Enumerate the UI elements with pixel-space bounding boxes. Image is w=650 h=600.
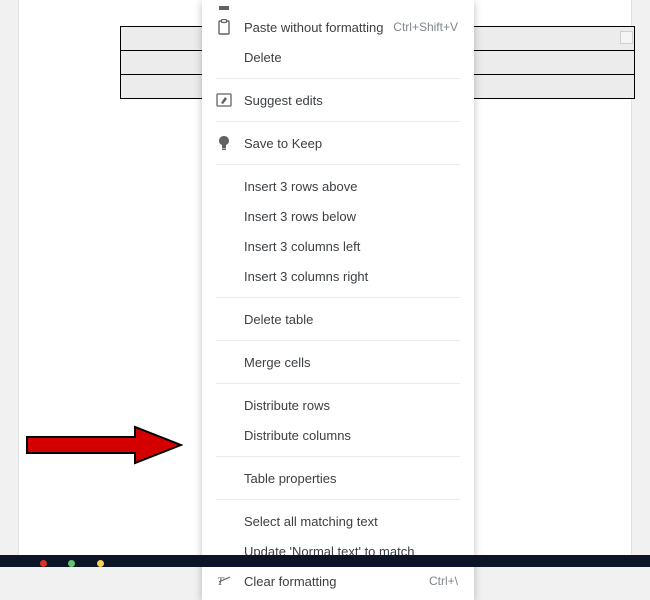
menu-item-insert-cols-left[interactable]: Insert 3 columns left (202, 231, 474, 261)
menu-separator (216, 383, 460, 384)
menu-item-label: Save to Keep (244, 136, 458, 151)
menu-separator (216, 456, 460, 457)
menu-item-select-matching-text[interactable]: Select all matching text (202, 506, 474, 536)
menu-item-table-properties[interactable]: Table properties (202, 463, 474, 493)
menu-item-save-to-keep[interactable]: Save to Keep (202, 128, 474, 158)
menu-item-label: Insert 3 rows below (244, 209, 458, 224)
menu-separator (216, 164, 460, 165)
menu-item-label: Insert 3 rows above (244, 179, 458, 194)
suggest-edits-icon (214, 93, 234, 107)
menu-item-shortcut: Ctrl+\ (429, 574, 458, 588)
menu-item-clear-formatting[interactable]: T Clear formatting Ctrl+\ (202, 566, 474, 596)
menu-item-suggest-edits[interactable]: Suggest edits (202, 85, 474, 115)
menu-separator (216, 340, 460, 341)
taskbar-icon[interactable] (68, 560, 75, 567)
menu-item-label: Distribute columns (244, 428, 458, 443)
menu-item-label: Distribute rows (244, 398, 458, 413)
keep-icon (214, 135, 234, 151)
context-menu: Paste without formatting Ctrl+Shift+V De… (202, 0, 474, 600)
menu-item-delete-table[interactable]: Delete table (202, 304, 474, 334)
taskbar-icon[interactable] (97, 560, 104, 567)
taskbar (0, 555, 650, 567)
menu-item-label: Insert 3 columns right (244, 269, 458, 284)
menu-item-insert-rows-above[interactable]: Insert 3 rows above (202, 171, 474, 201)
menu-item-distribute-rows[interactable]: Distribute rows (202, 390, 474, 420)
menu-item-label: Merge cells (244, 355, 458, 370)
menu-item-label: Delete table (244, 312, 458, 327)
menu-item-label: Table properties (244, 471, 458, 486)
menu-item-label: Paste without formatting (244, 20, 393, 35)
menu-top-truncated (219, 6, 229, 10)
menu-item-label: Suggest edits (244, 93, 458, 108)
clipboard-icon (214, 19, 234, 35)
menu-item-insert-cols-right[interactable]: Insert 3 columns right (202, 261, 474, 291)
menu-item-shortcut: Ctrl+Shift+V (393, 20, 458, 34)
menu-item-label: Delete (244, 50, 458, 65)
annotation-arrow (25, 425, 183, 465)
menu-separator (216, 297, 460, 298)
menu-separator (216, 121, 460, 122)
menu-item-label: Clear formatting (244, 574, 429, 589)
menu-item-paste-without-formatting[interactable]: Paste without formatting Ctrl+Shift+V (202, 12, 474, 42)
menu-item-label: Insert 3 columns left (244, 239, 458, 254)
table-row-handle[interactable] (620, 31, 633, 44)
menu-separator (216, 78, 460, 79)
menu-item-label: Select all matching text (244, 514, 458, 529)
clear-formatting-icon: T (214, 574, 234, 588)
document-page: Paste without formatting Ctrl+Shift+V De… (18, 0, 632, 555)
menu-item-distribute-columns[interactable]: Distribute columns (202, 420, 474, 450)
taskbar-icon[interactable] (40, 560, 47, 567)
menu-separator (216, 499, 460, 500)
menu-item-delete[interactable]: Delete (202, 42, 474, 72)
menu-item-insert-rows-below[interactable]: Insert 3 rows below (202, 201, 474, 231)
menu-item-merge-cells[interactable]: Merge cells (202, 347, 474, 377)
